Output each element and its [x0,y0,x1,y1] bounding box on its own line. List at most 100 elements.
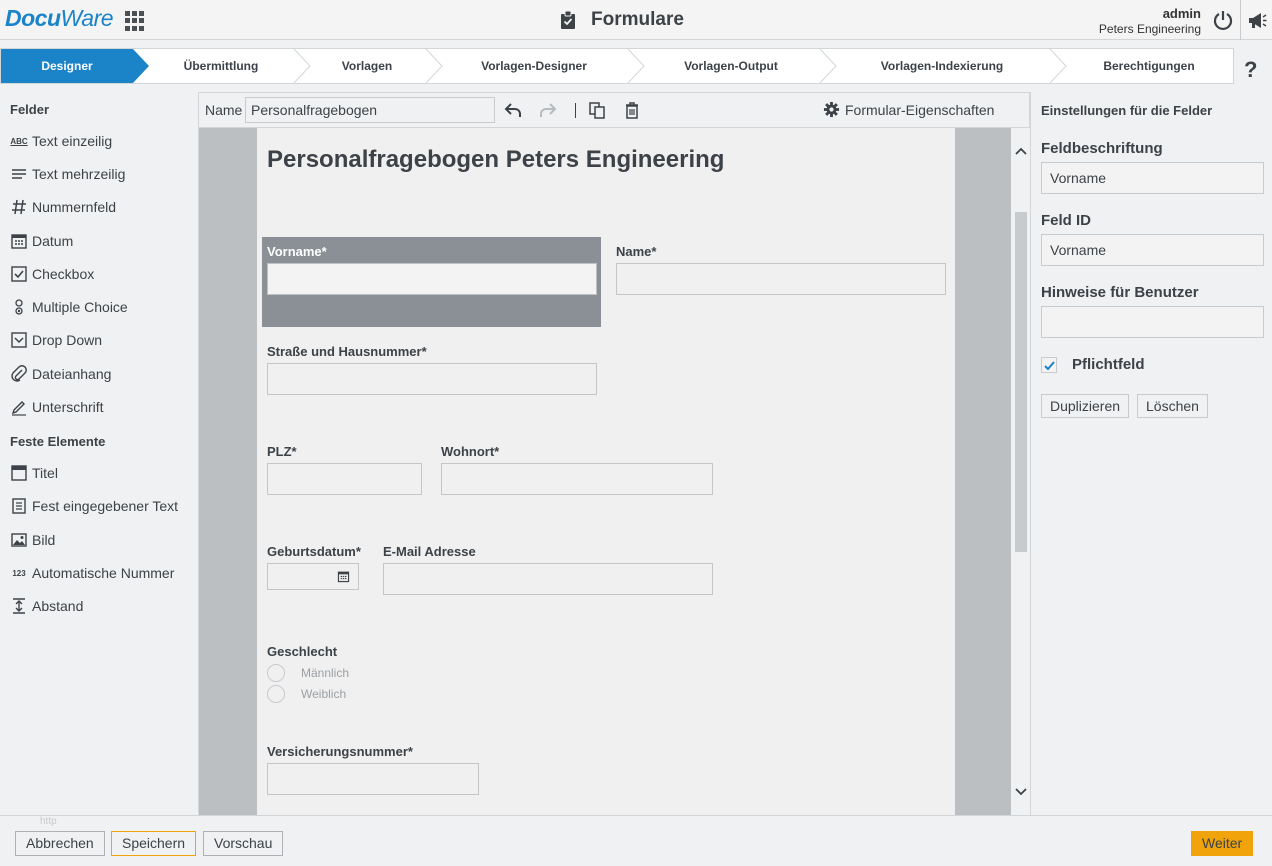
palette-fixed-text[interactable]: Fest eingegebener Text [10,495,178,517]
step-designer[interactable]: Designer [1,49,133,83]
field-settings-panel: Einstellungen für die Felder Feldbeschri… [1030,92,1272,815]
scrollbar-thumb[interactable] [1015,212,1027,552]
undo-icon[interactable] [504,101,522,119]
palette-checkbox[interactable]: Checkbox [10,263,94,285]
palette-dropdown[interactable]: Drop Down [10,329,102,351]
field-label-plz: PLZ* [267,444,297,459]
hint-caption: Hinweise für Benutzer [1041,284,1199,301]
dropdown-icon [11,332,27,348]
form-page: Personalfragebogen Peters Engineering Vo… [257,128,955,815]
palette-text-multi[interactable]: Text mehrzeilig [10,163,125,185]
field-input-versicherung[interactable] [267,763,479,795]
palette-label: Checkbox [32,266,95,282]
save-button[interactable]: Speichern [111,831,197,856]
field-id-input[interactable] [1041,234,1264,266]
field-input-geburtsdatum[interactable] [267,563,359,590]
docuware-logo[interactable]: DocuWare [5,5,114,32]
redo-icon[interactable] [539,101,557,119]
palette-multiple-choice[interactable]: Multiple Choice [10,296,128,318]
required-label: Pflichtfeld [1072,356,1145,373]
palette-label: Nummernfeld [32,199,117,215]
field-label-geschlecht: Geschlecht [267,644,338,659]
field-input-name[interactable] [616,263,946,295]
checkbox-icon [11,266,27,282]
top-header: DocuWare Formulare admin Peters Engineer… [0,0,1272,40]
palette-spacing[interactable]: Abstand [10,595,83,617]
id-caption: Feld ID [1041,212,1092,229]
trash-icon[interactable] [623,101,641,119]
palette-label: Automatische Nummer [32,565,175,581]
step-divider [1049,49,1067,83]
preview-button[interactable]: Vorschau [203,831,284,856]
calendar-icon [11,234,27,249]
radio-label-weiblich: Weiblich [301,687,347,701]
field-label-wohnort: Wohnort* [441,444,500,459]
field-label-vorname: Vorname* [267,244,327,259]
step-label: Vorlagen-Designer [481,59,587,73]
field-input-vorname[interactable] [267,263,597,295]
name-label: Name [205,102,243,118]
palette-signature[interactable]: Unterschrift [10,396,104,418]
form-title[interactable]: Personalfragebogen Peters Engineering [267,146,724,174]
step-divider [293,49,311,83]
palette-attachment[interactable]: Dateianhang [10,363,111,385]
next-button[interactable]: Weiter [1191,831,1254,856]
fixed-elements-heading: Feste Elemente [10,434,106,449]
field-input-strasse[interactable] [267,363,597,395]
step-vorlagen-output[interactable]: Vorlagen-Output [645,49,817,83]
palette-text-single[interactable]: ABC Text einzeilig [10,130,112,152]
palette-label: Text einzeilig [32,133,113,149]
step-label: Übermittlung [183,59,259,73]
calendar-icon[interactable] [337,570,350,583]
abc-icon: ABC [10,132,28,150]
palette-label: Datum [32,233,74,249]
megaphone-icon[interactable] [1247,10,1267,30]
form-name-input[interactable] [245,97,495,123]
palette-number[interactable]: Nummernfeld [10,196,116,218]
field-input-email[interactable] [383,563,713,595]
palette-date[interactable]: Datum [10,230,73,252]
canvas-scrollbar[interactable] [1011,128,1030,815]
step-berechtigungen[interactable]: Berechtigungen [1067,49,1231,83]
palette-title[interactable]: Titel [10,462,58,484]
chevron-up-icon[interactable] [1014,144,1028,158]
num-glyph: 123 [12,568,26,578]
hint-input[interactable] [1041,306,1264,338]
settings-heading: Einstellungen für die Felder [1041,103,1213,118]
chevron-down-icon[interactable] [1014,785,1028,799]
field-input-plz[interactable] [267,463,422,495]
step-label: Vorlagen-Indexierung [880,59,1004,73]
help-button[interactable]: ? [1244,57,1257,83]
field-input-wohnort[interactable] [441,463,713,495]
duplicate-button[interactable]: Duplizieren [1041,394,1130,418]
delete-button[interactable]: Löschen [1137,394,1208,418]
power-icon[interactable] [1212,9,1234,31]
required-checkbox[interactable] [1041,357,1057,373]
pen-icon [11,401,26,416]
form-properties-button[interactable]: Formular-Eigenschaften [823,101,994,118]
palette-label: Text mehrzeilig [32,166,126,182]
form-canvas: Personalfragebogen Peters Engineering Vo… [198,128,1030,815]
footer-bar: http Abbrechen Speichern Vorschau Weiter [0,815,1272,866]
step-vorlagen-designer[interactable]: Vorlagen-Designer [443,49,625,83]
abc-glyph: ABC [10,136,28,146]
cancel-button[interactable]: Abbrechen [15,831,105,856]
hash-icon [12,199,26,215]
user-info[interactable]: admin Peters Engineering [1099,6,1201,36]
palette-image[interactable]: Bild [10,529,55,551]
step-uebermittlung[interactable]: Übermittlung [151,49,291,83]
organization-name: Peters Engineering [1098,22,1201,36]
radio-weiblich[interactable] [267,685,285,703]
field-label-strasse: Straße und Hausnummer* [267,344,427,359]
page-title-group: Formulare [560,9,684,31]
step-vorlagen-indexierung[interactable]: Vorlagen-Indexierung [837,49,1047,83]
step-divider [425,49,443,83]
field-label-input[interactable] [1041,162,1264,194]
step-arrow-active [133,49,149,83]
image-icon [11,533,27,547]
apps-grid-icon[interactable] [125,11,145,31]
copy-icon[interactable] [588,101,606,119]
radio-maennlich[interactable] [267,664,285,682]
palette-auto-number[interactable]: 123 Automatische Nummer [10,562,174,584]
step-vorlagen[interactable]: Vorlagen [311,49,423,83]
